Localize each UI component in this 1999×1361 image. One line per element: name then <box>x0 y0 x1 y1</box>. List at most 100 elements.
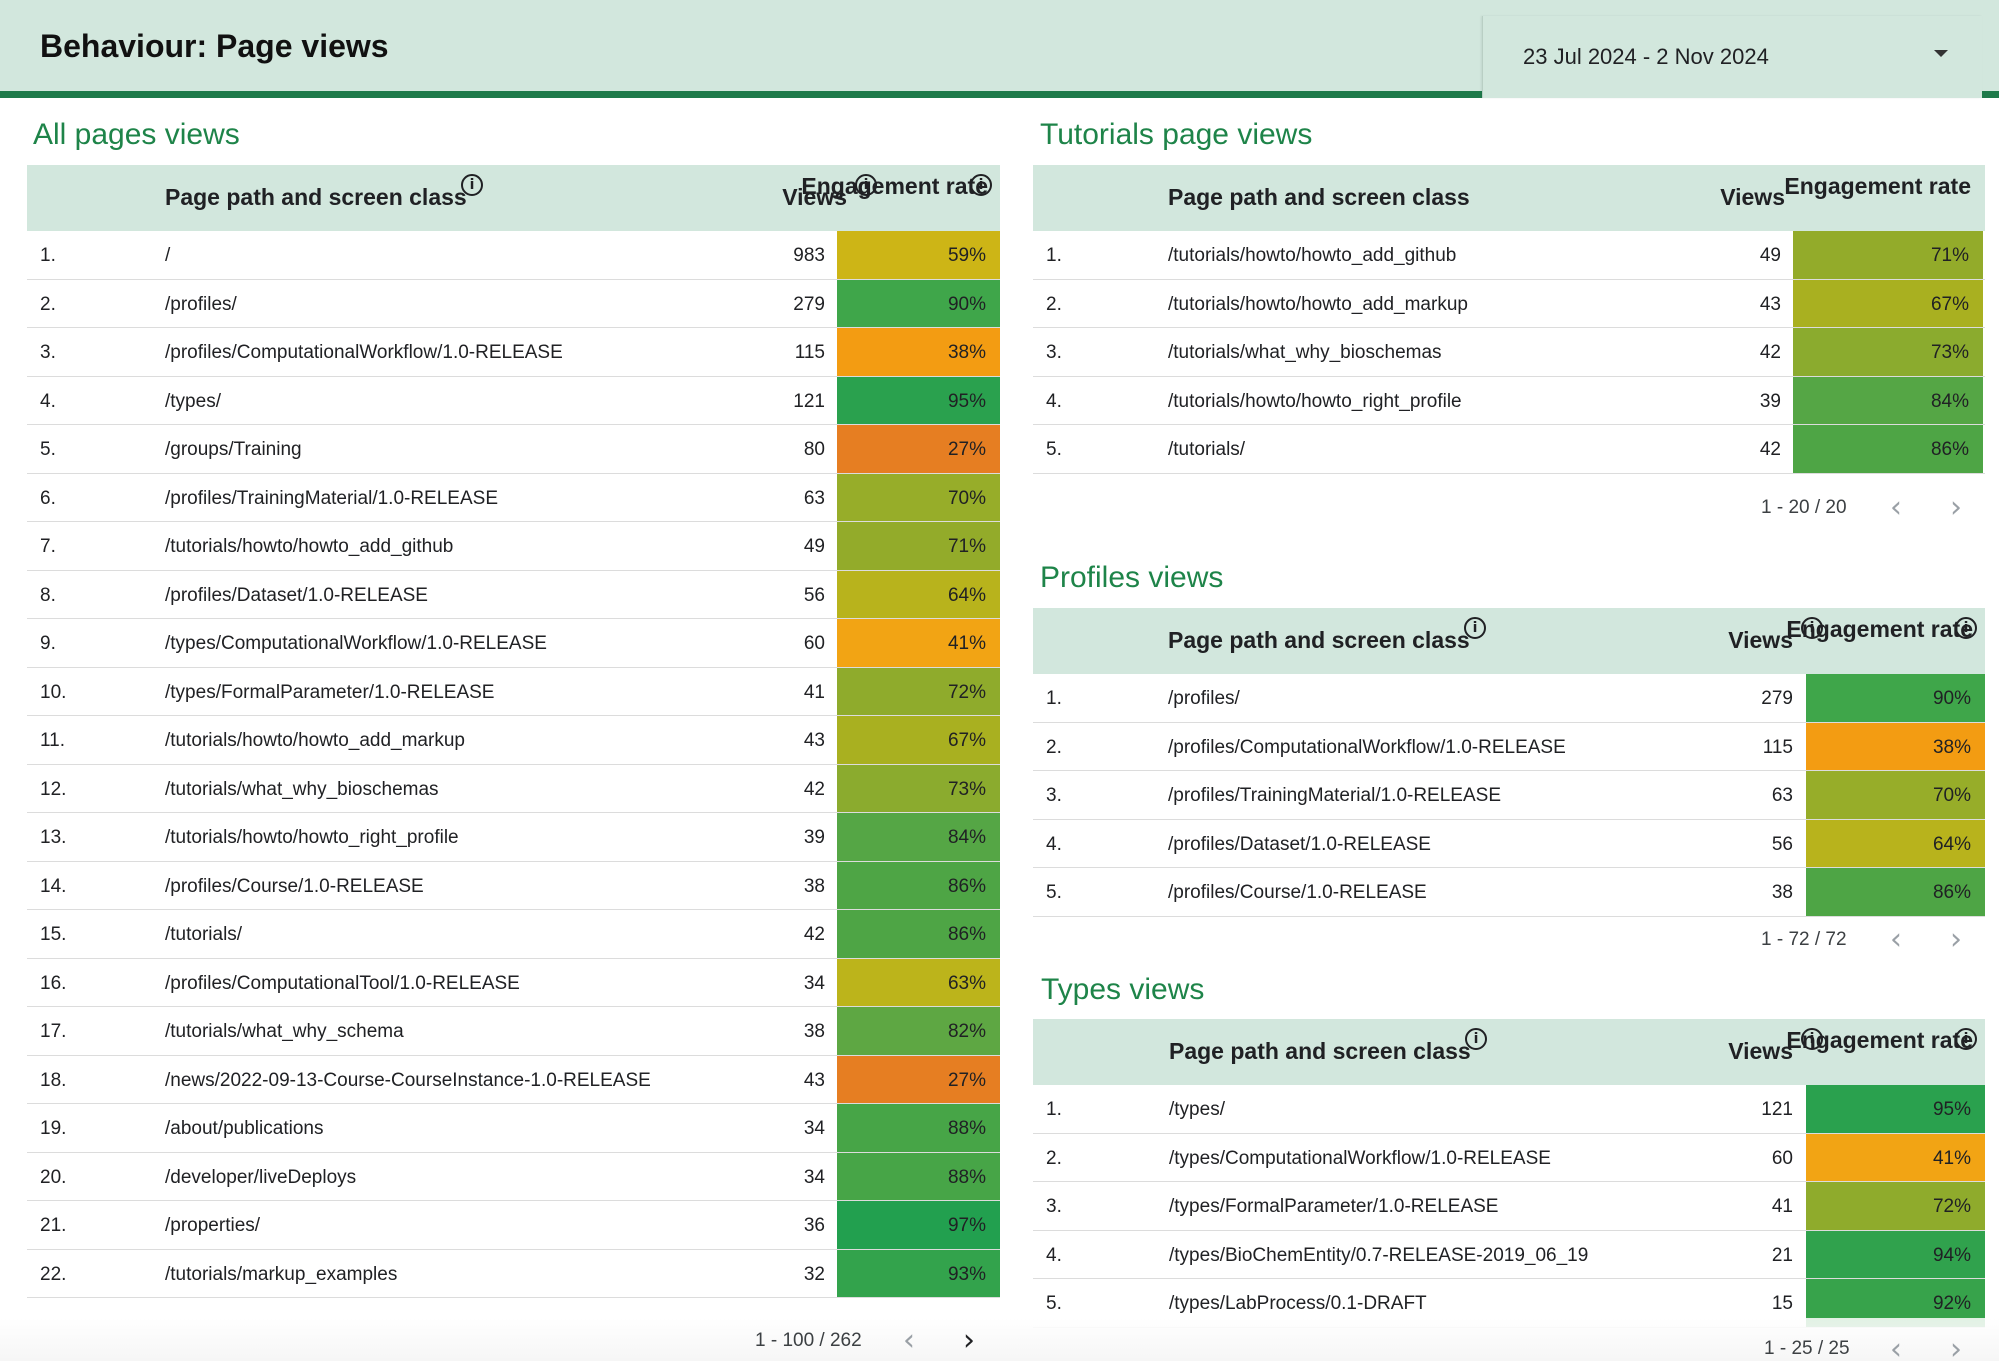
page-path[interactable]: /tutorials/what_why_bioschemas <box>1168 342 1442 364</box>
page-path[interactable]: / <box>165 245 170 267</box>
table-row[interactable]: 13. /tutorials/howto/howto_right_profile 3… <box>27 813 1000 862</box>
column-header-path[interactable]: Page path and screen class <box>1169 1039 1471 1063</box>
table-row[interactable]: 14. /profiles/Course/1.0-RELEASE 38 86% <box>27 861 1000 910</box>
page-path[interactable]: /profiles/Course/1.0-RELEASE <box>165 876 424 898</box>
page-path[interactable]: /tutorials/howto/howto_add_markup <box>165 730 465 752</box>
column-header-engagement-rate[interactable]: Engagement rate <box>1753 174 1971 198</box>
page-path[interactable]: /profiles/ComputationalTool/1.0-RELEASE <box>165 973 520 995</box>
table-row[interactable]: 4. /tutorials/howto/howto_right_profile 39… <box>1033 376 1985 425</box>
page-path[interactable]: /types/ComputationalWorkflow/1.0-RELEASE <box>1169 1148 1551 1170</box>
table-row[interactable]: 1. /profiles/279 90% <box>1033 674 1985 723</box>
table-row[interactable]: 11. /tutorials/howto/howto_add_markup 43 67… <box>27 716 1000 765</box>
table-row[interactable]: 3. /profiles/ComputationalWorkflow/1.0-RE… <box>27 328 1000 377</box>
page-path[interactable]: /groups/Training <box>165 439 302 461</box>
table-row[interactable]: 7. /tutorials/howto/howto_add_github 49 71% <box>27 522 1000 571</box>
info-icon[interactable]: i <box>1464 617 1486 639</box>
table-row[interactable]: 6. /profiles/TrainingMaterial/1.0-RELEASE… <box>27 473 1000 522</box>
page-path[interactable]: /profiles/ComputationalWorkflow/1.0-RELE… <box>165 342 563 364</box>
page-path[interactable]: /types/ComputationalWorkflow/1.0-RELEASE <box>165 633 547 655</box>
table-row[interactable]: 2. /profiles/ComputationalWorkflow/1.0-RE… <box>1033 722 1985 771</box>
table-row[interactable]: 1. /types/121 95% <box>1033 1085 1985 1134</box>
page-path[interactable]: /types/LabProcess/0.1-DRAFT <box>1169 1293 1427 1315</box>
page-path[interactable]: /profiles/Dataset/1.0-RELEASE <box>165 585 428 607</box>
info-icon[interactable]: i <box>855 174 877 196</box>
info-icon[interactable]: i <box>970 174 992 196</box>
info-icon[interactable]: i <box>1801 617 1823 639</box>
page-path[interactable]: /tutorials/ <box>165 924 242 946</box>
page-path[interactable]: /tutorials/howto/howto_add_github <box>1168 245 1456 267</box>
chevron-left-icon[interactable]: ‹ <box>1890 1335 1902 1361</box>
page-path[interactable]: /developer/liveDeploys <box>165 1167 356 1189</box>
page-path[interactable]: /profiles/Course/1.0-RELEASE <box>1168 882 1427 904</box>
chevron-left-icon[interactable]: ‹ <box>1890 493 1902 523</box>
page-path[interactable]: /profiles/Dataset/1.0-RELEASE <box>1168 834 1431 856</box>
table-row[interactable]: 8. /profiles/Dataset/1.0-RELEASE 56 64% <box>27 570 1000 619</box>
table-row[interactable]: 5. /tutorials/42 86% <box>1033 425 1985 474</box>
column-header-engagement-rate[interactable]: Engagement rate <box>1766 617 1973 641</box>
page-path[interactable]: /tutorials/howto/howto_right_profile <box>165 827 459 849</box>
table-row[interactable]: 22. /tutorials/markup_examples 32 93% <box>27 1249 1000 1298</box>
table-row[interactable]: 1. / 983 59% <box>27 231 1000 280</box>
chevron-right-icon[interactable]: › <box>1950 925 1962 955</box>
chevron-right-icon[interactable]: › <box>1950 1335 1962 1361</box>
table-row[interactable]: 3. /tutorials/what_why_bioschemas 42 73% <box>1033 328 1985 377</box>
table-row[interactable]: 4. /types/121 95% <box>27 376 1000 425</box>
table-row[interactable]: 20. /developer/liveDeploys 34 88% <box>27 1152 1000 1201</box>
table-row[interactable]: 12. /tutorials/what_why_bioschemas 42 73% <box>27 764 1000 813</box>
table-row[interactable]: 10. /types/FormalParameter/1.0-RELEASE 41 7… <box>27 667 1000 716</box>
table-row[interactable]: 2. /tutorials/howto/howto_add_markup 43 67% <box>1033 279 1985 328</box>
page-path[interactable]: /profiles/ <box>1168 688 1240 710</box>
table-row[interactable]: 19. /about/publications 34 88% <box>27 1104 1000 1153</box>
column-header-path[interactable]: Page path and screen class <box>1168 185 1470 209</box>
page-path[interactable]: /tutorials/what_why_schema <box>165 1021 404 1043</box>
info-icon[interactable]: i <box>461 174 483 196</box>
page-path[interactable]: /tutorials/howto/howto_add_github <box>165 536 453 558</box>
chevron-left-icon[interactable]: ‹ <box>903 1326 915 1356</box>
column-header-path[interactable]: Page path and screen class <box>1168 628 1470 652</box>
page-path[interactable]: /tutorials/what_why_bioschemas <box>165 779 439 801</box>
page-path[interactable]: /types/ <box>165 391 221 413</box>
info-icon[interactable]: i <box>1955 1028 1977 1050</box>
table-row[interactable]: 9. /types/ComputationalWorkflow/1.0-RELEA… <box>27 619 1000 668</box>
page-path[interactable]: /about/publications <box>165 1118 323 1140</box>
table-row[interactable]: 5. /profiles/Course/1.0-RELEASE 38 86% <box>1033 868 1985 917</box>
page-path[interactable]: /types/ <box>1169 1099 1225 1121</box>
table-row[interactable]: 3. /types/FormalParameter/1.0-RELEASE 41 72… <box>1033 1182 1985 1231</box>
table-row[interactable]: 4. /types/BioChemEntity/0.7-RELEASE-2019_… <box>1033 1230 1985 1279</box>
table-row[interactable]: 3. /profiles/TrainingMaterial/1.0-RELEASE… <box>1033 771 1985 820</box>
caret-down-icon[interactable] <box>1934 50 1948 57</box>
table-row[interactable]: 1. /tutorials/howto/howto_add_github 49 71% <box>1033 231 1985 280</box>
table-row[interactable]: 2. /profiles/279 90% <box>27 279 1000 328</box>
page-path[interactable]: /profiles/TrainingMaterial/1.0-RELEASE <box>165 488 498 510</box>
info-icon[interactable]: i <box>1801 1028 1823 1050</box>
date-range-picker[interactable]: 23 Jul 2024 - 2 Nov 2024 <box>1482 16 1982 98</box>
chevron-right-icon[interactable]: › <box>963 1326 975 1356</box>
table-row[interactable]: 15. /tutorials/42 86% <box>27 910 1000 959</box>
page-path[interactable]: /profiles/ComputationalWorkflow/1.0-RELE… <box>1168 737 1566 759</box>
column-header-engagement-rate[interactable]: Engagement rate <box>797 174 988 198</box>
info-icon[interactable]: i <box>1465 1028 1487 1050</box>
table-row[interactable]: 21. /properties/36 97% <box>27 1201 1000 1250</box>
info-icon[interactable]: i <box>1955 617 1977 639</box>
column-header-path[interactable]: Page path and screen class <box>165 185 467 209</box>
table-row[interactable]: 17. /tutorials/what_why_schema 38 82% <box>27 1007 1000 1056</box>
page-path[interactable]: /tutorials/ <box>1168 439 1245 461</box>
chevron-left-icon[interactable]: ‹ <box>1890 925 1902 955</box>
page-path[interactable]: /types/BioChemEntity/0.7-RELEASE-2019_06… <box>1169 1245 1588 1267</box>
page-path[interactable]: /news/2022-09-13-Course-CourseInstance-1… <box>165 1070 651 1092</box>
table-row[interactable]: 4. /profiles/Dataset/1.0-RELEASE 56 64% <box>1033 819 1985 868</box>
column-header-engagement-rate[interactable]: Engagement rate <box>1766 1028 1973 1052</box>
page-path[interactable]: /tutorials/markup_examples <box>165 1264 397 1286</box>
page-path[interactable]: /tutorials/howto/howto_right_profile <box>1168 391 1462 413</box>
page-path[interactable]: /profiles/TrainingMaterial/1.0-RELEASE <box>1168 785 1501 807</box>
page-path[interactable]: /properties/ <box>165 1215 260 1237</box>
page-path[interactable]: /profiles/ <box>165 294 237 316</box>
chevron-right-icon[interactable]: › <box>1950 493 1962 523</box>
table-row[interactable]: 2. /types/ComputationalWorkflow/1.0-RELEA… <box>1033 1133 1985 1182</box>
page-path[interactable]: /types/FormalParameter/1.0-RELEASE <box>165 682 494 704</box>
page-path[interactable]: /types/FormalParameter/1.0-RELEASE <box>1169 1196 1498 1218</box>
table-row[interactable]: 18. /news/2022-09-13-Course-CourseInstanc… <box>27 1055 1000 1104</box>
table-row[interactable]: 5. /groups/Training 80 27% <box>27 425 1000 474</box>
table-row[interactable]: 16. /profiles/ComputationalTool/1.0-RELEA… <box>27 958 1000 1007</box>
page-path[interactable]: /tutorials/howto/howto_add_markup <box>1168 294 1468 316</box>
